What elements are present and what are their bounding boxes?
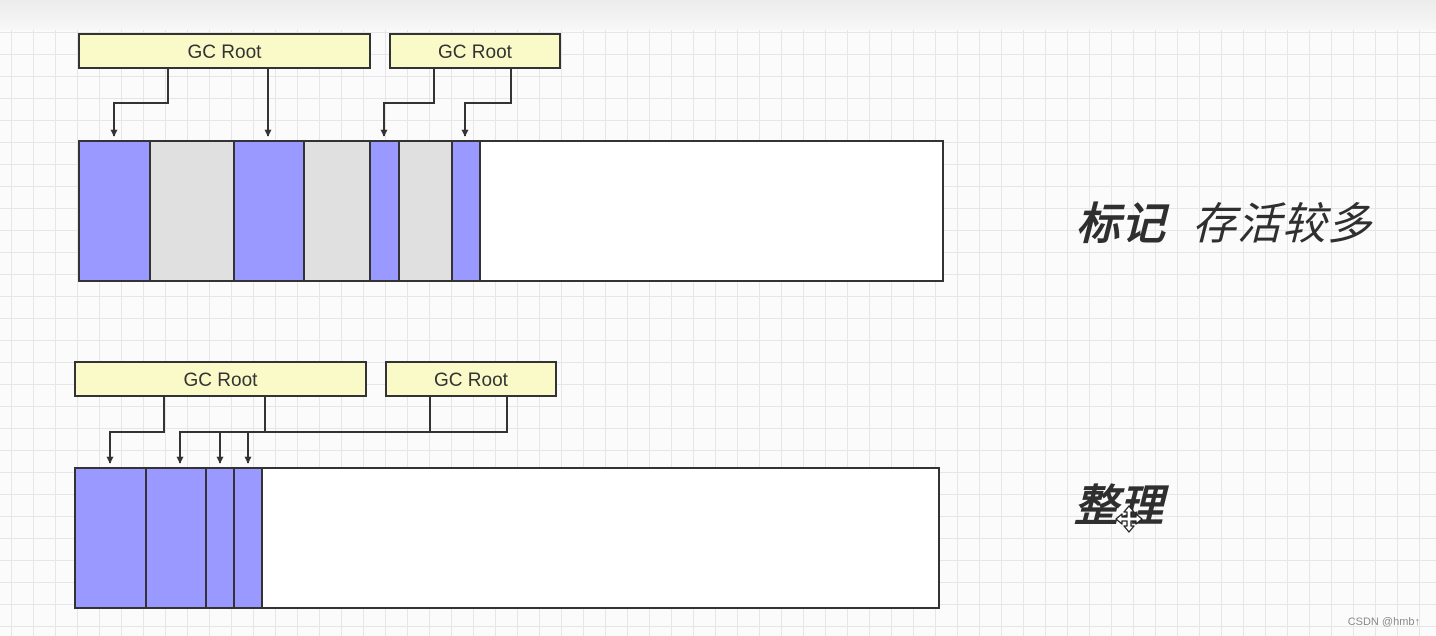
mark-caption-normal: 存活较多 — [1192, 199, 1372, 250]
reference-arrows — [110, 68, 512, 137]
reference-arrow — [176, 396, 266, 464]
gc-root-box: GC Root — [389, 33, 561, 69]
memory-strip — [78, 140, 944, 282]
reference-arrow — [380, 68, 435, 137]
garbage-block — [398, 140, 453, 282]
memory-strip — [74, 467, 940, 609]
gc-root-label: GC Root — [438, 42, 513, 63]
alive-object-block — [78, 140, 151, 282]
gc-root-label: GC Root — [434, 370, 509, 391]
watermark: CSDN @hmb↑ — [1347, 616, 1420, 628]
reference-arrows — [106, 396, 508, 464]
reference-arrow — [106, 396, 165, 464]
mark-phase-diagram: GC Root GC Root — [78, 33, 944, 282]
gc-root-box: GC Root — [74, 361, 367, 397]
reference-arrow — [110, 68, 169, 137]
reference-arrow — [216, 396, 508, 464]
gc-root-box: GC Root — [385, 361, 557, 397]
gc-root-label: GC Root — [188, 42, 263, 63]
alive-object-block — [233, 140, 305, 282]
reference-arrow — [461, 68, 512, 137]
alive-object-block — [145, 467, 207, 609]
alive-object-block — [74, 467, 147, 609]
garbage-block — [149, 140, 235, 282]
alive-object-block — [369, 140, 400, 282]
mark-caption-bold: 标记 — [1076, 199, 1166, 250]
gc-root-label: GC Root — [184, 370, 259, 391]
gc-diagram-canvas: GC Root GC Root GC Root GC Root — [74, 33, 944, 609]
alive-object-block — [233, 467, 263, 609]
gc-root-box: GC Root — [78, 33, 371, 69]
compact-phase-diagram: GC Root GC Root — [74, 361, 940, 609]
move-cursor-icon — [1114, 504, 1144, 534]
alive-object-block — [451, 140, 481, 282]
mark-caption: 标记 存活较多 — [1076, 188, 1372, 252]
alive-object-block — [205, 467, 235, 609]
garbage-block — [303, 140, 371, 282]
